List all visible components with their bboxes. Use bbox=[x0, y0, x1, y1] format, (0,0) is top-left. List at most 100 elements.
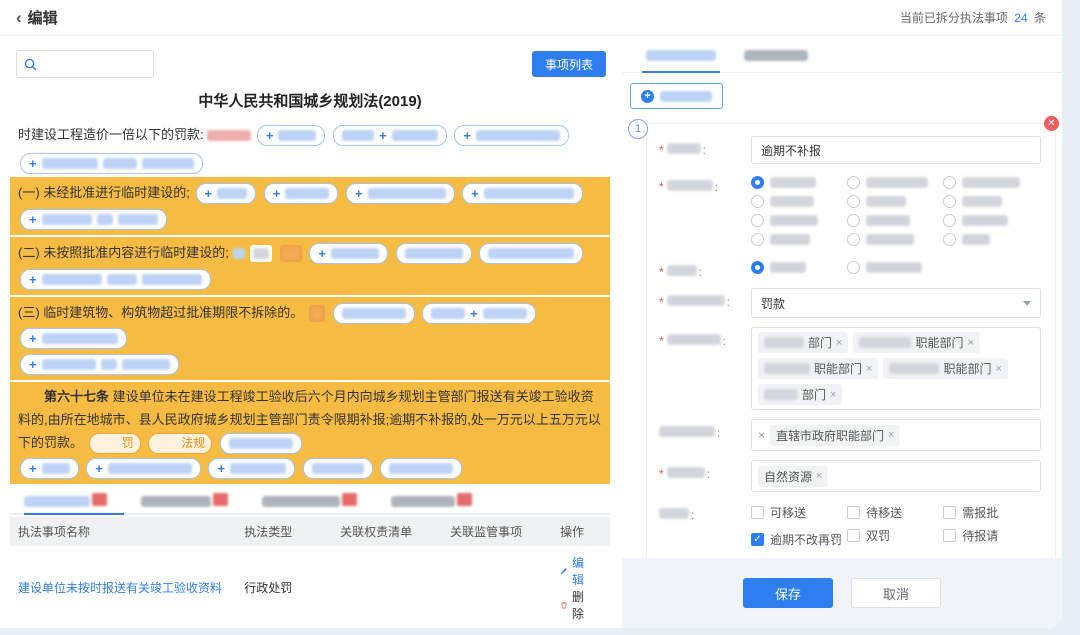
punish-type-value: 罚款 bbox=[761, 295, 785, 312]
add-tag-pill[interactable] bbox=[220, 433, 302, 454]
department-tag[interactable]: 职能部门× bbox=[758, 358, 878, 379]
remove-tag-icon[interactable]: × bbox=[830, 389, 836, 401]
remove-tag-icon[interactable]: × bbox=[866, 363, 872, 375]
plus-icon: + bbox=[471, 187, 479, 200]
redacted-text bbox=[866, 215, 910, 226]
add-tag-pill[interactable] bbox=[396, 243, 472, 264]
redacted-chip bbox=[280, 245, 302, 262]
field-label: *: bbox=[659, 136, 751, 164]
fa-tag-pill[interactable]: 罚 bbox=[89, 433, 141, 454]
add-tag-pill[interactable]: + bbox=[20, 269, 211, 290]
add-tag-pill[interactable]: + bbox=[86, 458, 201, 479]
add-tag-pill[interactable]: + bbox=[20, 153, 203, 174]
save-button[interactable]: 保存 bbox=[743, 578, 833, 608]
checkbox-option[interactable]: 需报批 bbox=[943, 504, 1036, 521]
remove-tag-icon[interactable]: × bbox=[758, 428, 765, 442]
radio-option[interactable] bbox=[751, 214, 844, 227]
add-tag-pill[interactable] bbox=[303, 458, 373, 479]
back-nav[interactable]: ‹ 编辑 bbox=[16, 7, 58, 28]
count-badge bbox=[342, 493, 357, 506]
radio-option[interactable] bbox=[847, 233, 940, 246]
checkbox-label: 待报请 bbox=[962, 527, 998, 544]
items-list-button[interactable]: 事项列表 bbox=[532, 51, 606, 77]
add-tag-pill[interactable]: + bbox=[208, 458, 295, 479]
result-tab[interactable] bbox=[391, 496, 472, 507]
checkbox-label: 逾期不改再罚 bbox=[770, 531, 842, 548]
radio-option[interactable] bbox=[847, 176, 940, 189]
plus-icon: + bbox=[29, 157, 37, 170]
close-icon[interactable]: ✕ bbox=[1044, 116, 1059, 131]
result-tab[interactable] bbox=[24, 496, 107, 507]
radio-option[interactable] bbox=[751, 176, 844, 189]
remove-tag-icon[interactable]: × bbox=[995, 363, 1001, 375]
add-tag-pill[interactable]: + bbox=[454, 125, 569, 146]
remove-tag-icon[interactable]: × bbox=[967, 337, 973, 349]
add-tag-pill[interactable]: + bbox=[20, 328, 127, 349]
radio-option[interactable] bbox=[751, 233, 844, 246]
add-item-button[interactable]: + bbox=[630, 83, 723, 109]
add-tag-pill[interactable]: + bbox=[422, 303, 536, 324]
clause-text: (一) 未经批准进行临时建设的; bbox=[18, 185, 190, 200]
tab-settings[interactable] bbox=[646, 48, 716, 62]
add-tag-pill[interactable]: + bbox=[346, 183, 455, 204]
radio-option[interactable] bbox=[847, 195, 940, 208]
checkbox-option[interactable]: 待移送 bbox=[847, 504, 940, 521]
remove-tag-icon[interactable]: × bbox=[888, 429, 894, 441]
add-tag-pill[interactable]: + bbox=[20, 354, 179, 375]
checkbox-option[interactable]: 双罚 bbox=[847, 527, 940, 544]
add-tag-pill[interactable]: + bbox=[333, 125, 447, 146]
radio-option[interactable] bbox=[847, 214, 940, 227]
field-label: *: bbox=[659, 327, 751, 410]
result-tab[interactable] bbox=[262, 496, 357, 507]
delete-button[interactable]: 删除 bbox=[560, 588, 588, 622]
search-input[interactable] bbox=[16, 50, 154, 78]
radio-option[interactable] bbox=[943, 233, 1036, 246]
checkbox-option[interactable]: 可移送 bbox=[751, 504, 844, 521]
department-tag[interactable]: 职能部门× bbox=[853, 332, 979, 353]
add-tag-pill[interactable]: + bbox=[20, 458, 79, 479]
department-tag[interactable]: 部门× bbox=[758, 384, 842, 405]
radio-option[interactable] bbox=[943, 214, 1036, 227]
remove-tag-icon[interactable]: × bbox=[836, 337, 842, 349]
city-dept-tag[interactable]: 直辖市政府职能部门× bbox=[770, 425, 900, 446]
plus-icon: + bbox=[29, 213, 37, 226]
fagui-tag-pill[interactable]: 法规 bbox=[148, 433, 212, 454]
radio-option[interactable] bbox=[943, 176, 1036, 189]
redacted-text bbox=[42, 158, 98, 169]
checkbox-option[interactable]: 待报请 bbox=[943, 527, 1036, 544]
checkbox-checked-icon: ✓ bbox=[751, 533, 764, 546]
add-tag-pill[interactable] bbox=[479, 243, 583, 264]
add-tag-pill[interactable] bbox=[333, 303, 415, 324]
radio-option[interactable] bbox=[751, 261, 844, 274]
checkbox-option-checked[interactable]: ✓ 逾期不改再罚 bbox=[751, 531, 844, 548]
department-tags-box[interactable]: 部门× 职能部门× 职能部门× 职能部门× 部门× bbox=[751, 327, 1041, 410]
remove-tag-icon[interactable]: × bbox=[816, 470, 822, 482]
result-tab[interactable] bbox=[141, 496, 228, 507]
add-tag-pill[interactable]: + bbox=[264, 183, 339, 204]
plus-icon: + bbox=[355, 187, 363, 200]
nature-tag[interactable]: 自然资源× bbox=[758, 466, 828, 487]
add-tag-pill[interactable]: + bbox=[257, 125, 326, 146]
item-name-link[interactable]: 建设单位未按时报送有关竣工验收资料 bbox=[18, 581, 222, 595]
redacted-text bbox=[342, 308, 406, 319]
add-tag-pill[interactable] bbox=[380, 458, 462, 479]
law-title: 中华人民共和国城乡规划法(2019) bbox=[10, 90, 610, 111]
add-tag-pill[interactable]: + bbox=[196, 183, 257, 204]
back-chevron-icon[interactable]: ‹ bbox=[16, 9, 22, 26]
city-dept-tags-box[interactable]: × 直辖市政府职能部门× bbox=[751, 419, 1041, 451]
radio-option[interactable] bbox=[943, 195, 1036, 208]
add-tag-pill[interactable]: + bbox=[462, 183, 583, 204]
radio-option[interactable] bbox=[847, 261, 940, 274]
required-asterisk: * bbox=[659, 180, 664, 194]
edit-button[interactable]: 编辑 bbox=[560, 554, 588, 588]
item-name-input[interactable] bbox=[751, 136, 1041, 164]
cancel-button[interactable]: 取消 bbox=[851, 578, 941, 608]
tab-secondary[interactable] bbox=[744, 48, 808, 62]
punish-type-select[interactable]: 罚款 bbox=[751, 288, 1041, 318]
add-tag-pill[interactable]: + bbox=[20, 209, 167, 230]
add-tag-pill[interactable]: + bbox=[309, 243, 388, 264]
department-tag[interactable]: 部门× bbox=[758, 332, 848, 353]
department-tag[interactable]: 职能部门× bbox=[883, 358, 1007, 379]
nature-tags-box[interactable]: 自然资源× bbox=[751, 460, 1041, 492]
radio-option[interactable] bbox=[751, 195, 844, 208]
